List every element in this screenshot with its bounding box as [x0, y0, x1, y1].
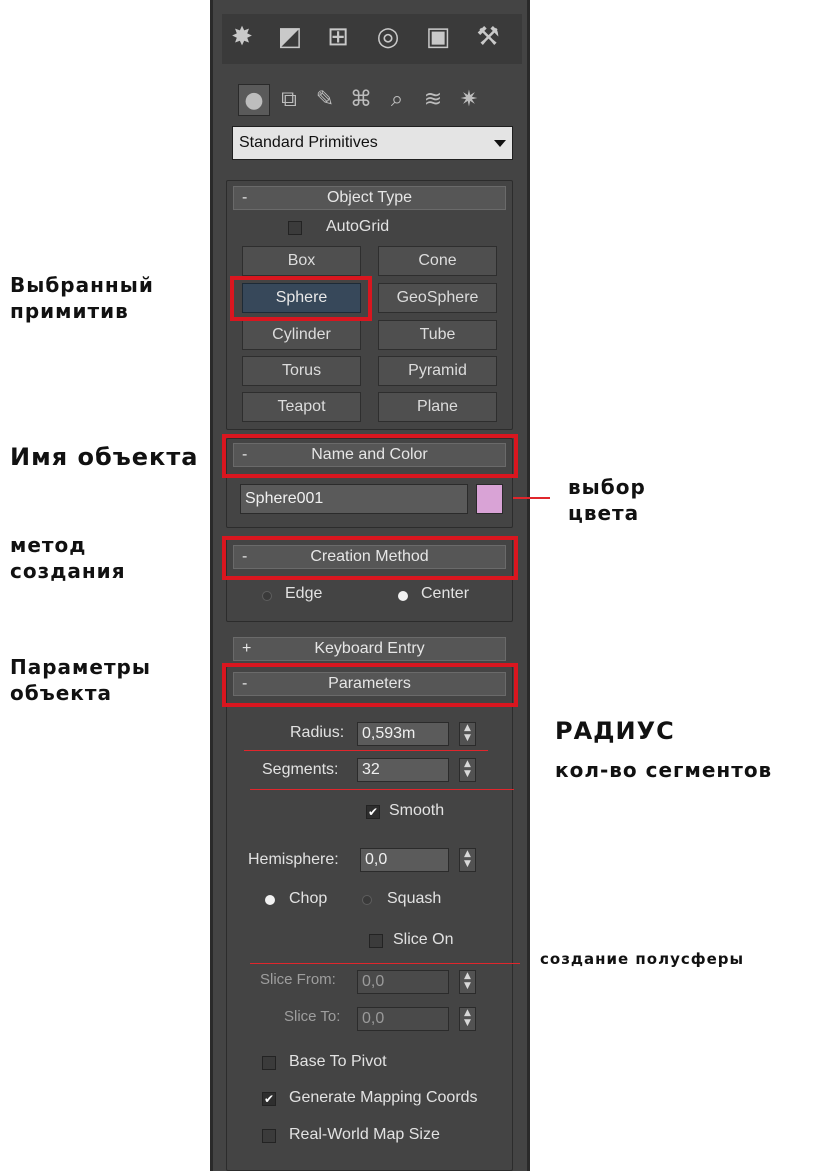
squash-radio[interactable]	[362, 895, 372, 905]
base-to-pivot-checkbox[interactable]	[262, 1056, 276, 1070]
chevron-down-icon	[494, 140, 506, 147]
modify-icon: ◩	[277, 22, 303, 52]
subtab-spacewarps[interactable]: ≋	[418, 84, 448, 114]
keyboard-entry-title: Keyboard Entry	[314, 640, 425, 657]
tab-create[interactable]: ✸	[222, 18, 262, 56]
pyramid-button[interactable]: Pyramid	[378, 356, 497, 386]
radius-spinner[interactable]: ▲ ▼	[459, 722, 476, 746]
subtab-lights[interactable]: ✎	[310, 84, 340, 114]
annotation-hemisphere: создание полусферы	[540, 950, 745, 968]
annotation-radius: РАДИУС	[555, 717, 675, 745]
chop-radio[interactable]	[265, 895, 275, 905]
slice-on-checkbox[interactable]	[369, 934, 383, 948]
slice-from-spinner[interactable]: ▲ ▼	[459, 970, 476, 994]
center-radio[interactable]	[398, 591, 408, 601]
color-pointer-line	[513, 497, 550, 499]
tube-button[interactable]: Tube	[378, 320, 497, 350]
subtab-cameras[interactable]: ⌘	[346, 84, 376, 114]
subtab-helpers[interactable]: ⌕	[382, 84, 412, 114]
cylinder-button[interactable]: Cylinder	[242, 320, 361, 350]
slice-from-field[interactable]: 0,0	[357, 970, 449, 994]
object-name-field[interactable]: Sphere001	[240, 484, 468, 514]
highlight-parameters	[222, 663, 518, 707]
radius-underline	[244, 750, 488, 751]
object-type-header[interactable]: - Object Type	[233, 186, 506, 210]
hemisphere-underline	[250, 963, 520, 964]
create-icon: ✸	[231, 22, 253, 52]
slice-from-label: Slice From:	[260, 971, 336, 988]
cone-button[interactable]: Cone	[378, 246, 497, 276]
torus-button[interactable]: Torus	[242, 356, 361, 386]
slice-to-label: Slice To:	[284, 1008, 341, 1025]
slice-to-spinner[interactable]: ▲ ▼	[459, 1007, 476, 1031]
annotation-selected-primitive: Выбранный примитив	[10, 273, 154, 323]
center-label: Center	[421, 585, 470, 602]
hemisphere-spinner[interactable]: ▲ ▼	[459, 848, 476, 872]
shapes-icon: ⧉	[281, 86, 297, 112]
motion-icon: ◎	[376, 22, 400, 52]
helpers-icon: ⌕	[390, 86, 404, 112]
slice-to-field[interactable]: 0,0	[357, 1007, 449, 1031]
hemisphere-field[interactable]: 0,0	[360, 848, 449, 872]
annotation-segments: кол-во сегментов	[555, 758, 773, 782]
radius-label: Radius:	[290, 724, 345, 741]
segments-field[interactable]: 32	[357, 758, 449, 782]
tab-motion[interactable]: ◎	[368, 18, 408, 56]
expand-icon: +	[242, 640, 252, 657]
annotation-object-params: Параметры объекта	[10, 655, 151, 705]
plane-button[interactable]: Plane	[378, 392, 497, 422]
highlight-selected-primitive	[230, 276, 372, 321]
annotation-object-name: Имя объекта	[10, 443, 199, 471]
spacewarps-icon: ≋	[423, 86, 443, 112]
display-icon: ▣	[425, 22, 451, 52]
annotation-creation-method: метод создания	[10, 533, 126, 583]
slice-on-label: Slice On	[393, 931, 454, 948]
keyboard-entry-header[interactable]: + Keyboard Entry	[233, 637, 506, 661]
tab-utilities[interactable]: ⚒	[468, 18, 508, 56]
autogrid-label: AutoGrid	[326, 218, 390, 235]
segments-label: Segments:	[262, 761, 339, 778]
object-type-title: Object Type	[326, 189, 413, 206]
category-dropdown-value: Standard Primitives	[239, 134, 378, 151]
category-dropdown[interactable]: Standard Primitives	[232, 126, 513, 160]
subtab-shapes[interactable]: ⧉	[274, 84, 304, 114]
systems-icon: ✷	[459, 86, 479, 112]
annotation-color-choice: выбор цвета	[568, 475, 646, 525]
teapot-button[interactable]: Teapot	[242, 392, 361, 422]
generate-mapping-checkbox[interactable]: ✔	[262, 1092, 276, 1106]
hemisphere-label: Hemisphere:	[248, 851, 339, 868]
subtab-geometry[interactable]: ●	[238, 84, 270, 116]
radius-field[interactable]: 0,593m	[357, 722, 449, 746]
smooth-checkbox[interactable]: ✔	[366, 805, 380, 819]
highlight-name-color	[222, 434, 518, 478]
segments-underline	[250, 789, 514, 790]
geosphere-button[interactable]: GeoSphere	[378, 283, 497, 313]
box-button[interactable]: Box	[242, 246, 361, 276]
real-world-map-label: Real-World Map Size	[289, 1126, 440, 1143]
lights-icon: ✎	[315, 86, 335, 112]
subtab-systems[interactable]: ✷	[454, 84, 484, 114]
utilities-icon: ⚒	[476, 22, 500, 52]
edge-label: Edge	[285, 585, 323, 602]
highlight-creation-method	[222, 536, 518, 580]
object-color-swatch[interactable]	[476, 484, 503, 514]
cameras-icon: ⌘	[350, 86, 372, 112]
generate-mapping-label: Generate Mapping Coords	[289, 1089, 478, 1106]
tab-hierarchy[interactable]: ⊞	[318, 18, 358, 56]
hierarchy-icon: ⊞	[327, 22, 349, 52]
chop-label: Chop	[289, 890, 328, 907]
base-to-pivot-label: Base To Pivot	[289, 1053, 387, 1070]
collapse-icon: -	[242, 189, 248, 206]
segments-spinner[interactable]: ▲ ▼	[459, 758, 476, 782]
real-world-map-checkbox[interactable]	[262, 1129, 276, 1143]
edge-radio[interactable]	[262, 591, 272, 601]
autogrid-checkbox[interactable]	[288, 221, 302, 235]
geometry-icon: ●	[244, 87, 264, 113]
tab-modify[interactable]: ◩	[270, 18, 310, 56]
tab-display[interactable]: ▣	[418, 18, 458, 56]
squash-label: Squash	[387, 890, 442, 907]
smooth-label: Smooth	[389, 802, 445, 819]
